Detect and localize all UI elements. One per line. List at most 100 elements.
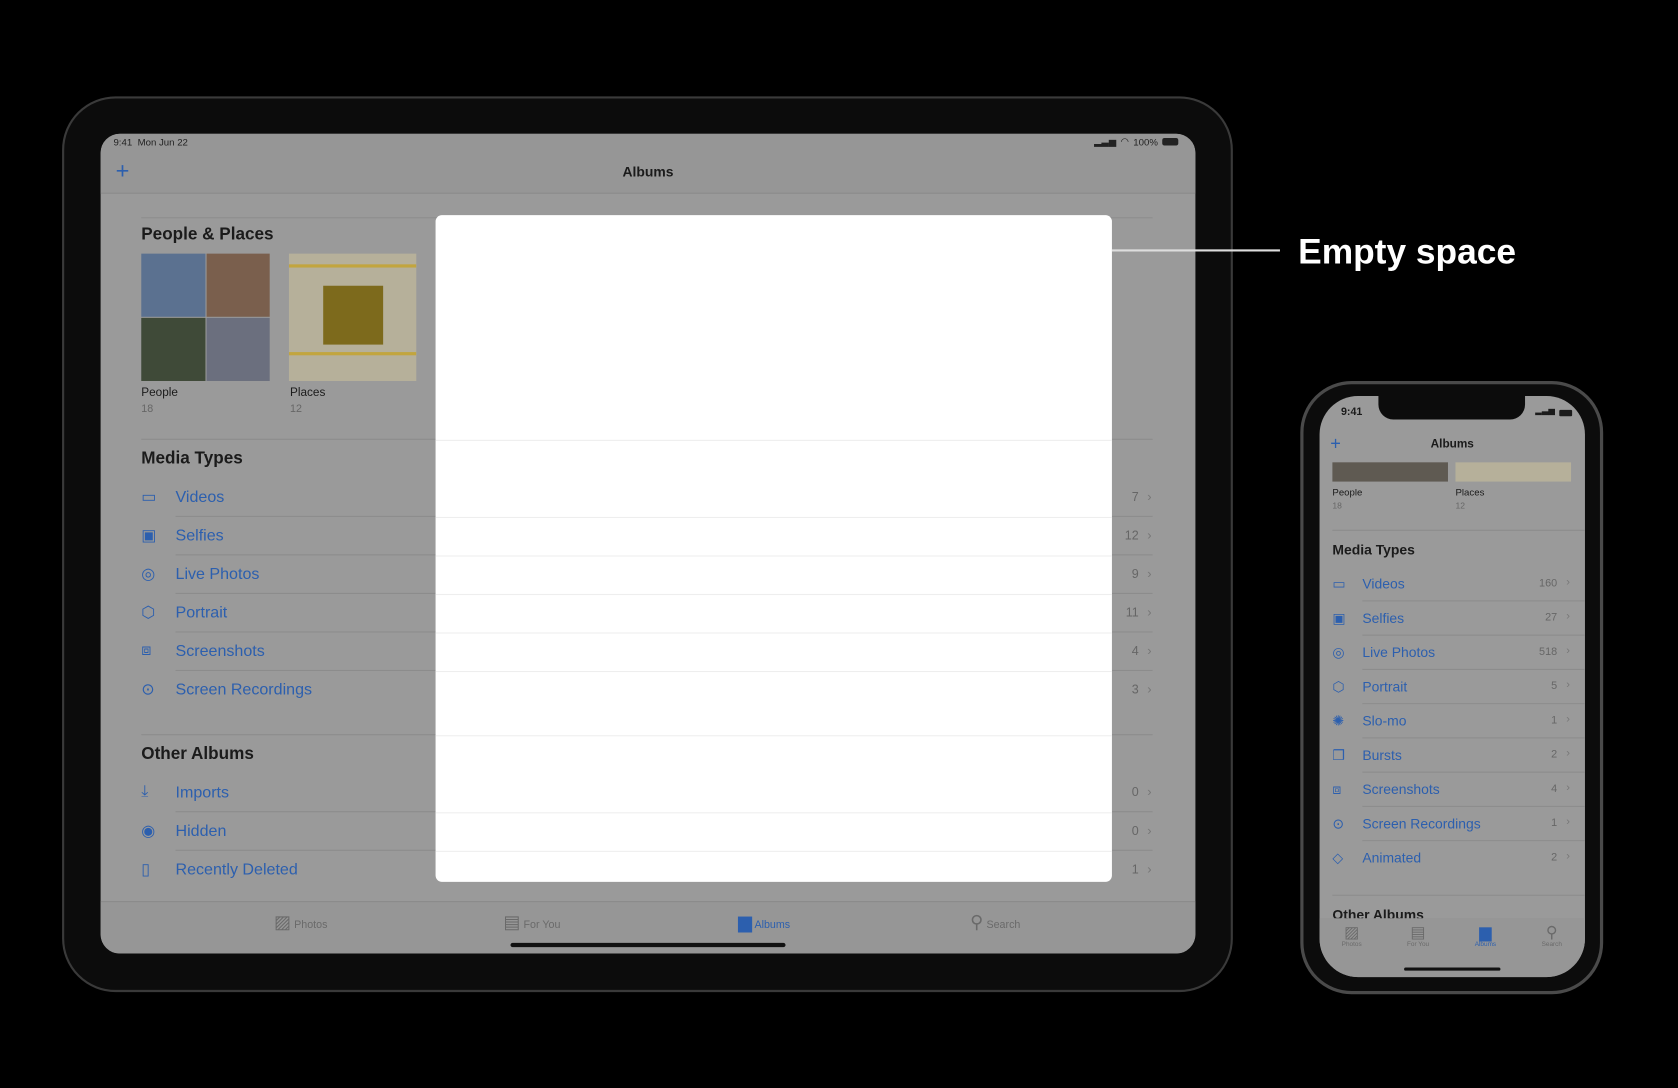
tab-photos[interactable]: ▨ Photos (1325, 923, 1379, 949)
tab-label: For You (520, 919, 561, 932)
battery-percent: 100% (1133, 136, 1158, 148)
people-count: 18 (141, 403, 154, 416)
list-item-count: 2 (1551, 748, 1558, 761)
search-icon: ⚲ (970, 911, 984, 933)
chevron-right-icon: › (1566, 850, 1570, 863)
list-item-label: Recently Deleted (175, 860, 298, 879)
faint-row-line (435, 439, 1112, 441)
people-label: People (141, 386, 178, 400)
list-item-count: 3 (1131, 682, 1139, 697)
wifi-icon: ◠ (1120, 135, 1130, 147)
faint-row-line (435, 593, 1112, 596)
list-item-label: Selfies (175, 526, 224, 545)
list-item-count: 0 (1131, 784, 1139, 799)
chevron-right-icon: › (1147, 642, 1152, 658)
video-icon: ▭ (141, 488, 157, 507)
list-item-label: Screen Recordings (175, 680, 313, 699)
list-item-screen-recordings[interactable]: ⊙ Screen Recordings 1 › (1320, 807, 1585, 842)
slomo-icon: ✺ (1332, 712, 1345, 729)
list-item-count: 1 (1131, 862, 1139, 876)
eye-slash-icon: ◉ (141, 822, 156, 841)
list-item-count: 12 (1124, 528, 1139, 543)
places-album-thumbnail[interactable] (288, 253, 417, 381)
faint-row-line (435, 671, 1112, 673)
screenshot-icon: ⧈ (1332, 780, 1342, 797)
page-title: Albums (1430, 437, 1474, 451)
import-icon: ⤓ (141, 782, 149, 801)
list-item-label: Bursts (1362, 747, 1402, 764)
trash-icon: ▯ (141, 860, 151, 879)
divider (1332, 894, 1585, 896)
list-item-label: Animated (1362, 849, 1422, 866)
list-item-label: Live Photos (175, 565, 260, 584)
tab-for-you[interactable]: ▤ For You (468, 912, 596, 933)
people-label: People (1332, 486, 1363, 498)
faint-row-line (435, 850, 1112, 852)
home-indicator (1404, 967, 1501, 971)
for-you-icon: ▤ (1410, 923, 1426, 942)
section-heading-media-types: Media Types (1332, 541, 1415, 558)
list-item-label: Screenshots (1362, 781, 1440, 798)
photos-icon: ▨ (273, 911, 292, 933)
chevron-right-icon: › (1147, 565, 1152, 581)
faint-row-line (435, 632, 1112, 634)
battery-icon (1559, 409, 1573, 417)
chevron-right-icon: › (1566, 747, 1570, 760)
faint-row-line (435, 555, 1112, 557)
signal-icon: ▂▃▅ (1535, 405, 1556, 416)
faint-row-line (435, 735, 1112, 737)
divider (1332, 529, 1585, 531)
faint-row-line (435, 516, 1112, 518)
status-bar-time: 9:41 Mon Jun 22 (113, 137, 187, 148)
list-item-count: 1 (1551, 817, 1558, 829)
tab-for-you[interactable]: ▤ For You (1391, 923, 1445, 949)
list-item-selfies[interactable]: ▣ Selfies 27 › (1320, 601, 1585, 636)
tab-label: Search (1541, 941, 1562, 949)
video-icon: ▭ (1332, 575, 1346, 592)
list-item-count: 27 (1545, 611, 1558, 624)
places-count: 12 (290, 403, 302, 416)
screenshot-icon: ⧈ (141, 641, 152, 660)
cube-icon: ⬡ (1332, 678, 1345, 695)
list-item-count: 518 (1539, 645, 1558, 658)
people-count: 18 (1332, 500, 1342, 511)
list-item-videos[interactable]: ▭ Videos 160 › (1320, 567, 1585, 602)
annotation-label: Empty space (1298, 231, 1517, 271)
chevron-right-icon: › (1147, 784, 1152, 800)
tab-search[interactable]: ⚲ Search (931, 912, 1059, 933)
list-item-bursts[interactable]: ❒ Bursts 2 › (1320, 738, 1585, 773)
chevron-right-icon: › (1147, 604, 1152, 620)
list-item-live-photos[interactable]: ◎ Live Photos 518 › (1320, 636, 1585, 670)
status-time: 9:41 (1340, 406, 1363, 419)
tab-albums[interactable]: ▆ Albums (700, 912, 828, 933)
signal-icon: ▂▃▅ (1094, 135, 1117, 147)
tab-albums[interactable]: ▆ Albums (1459, 923, 1513, 949)
places-album-thumbnail[interactable] (1455, 462, 1572, 482)
tab-photos[interactable]: ▨ Photos (237, 912, 365, 933)
list-item-portrait[interactable]: ⬡ Portrait 5 › (1320, 670, 1585, 705)
list-item-animated[interactable]: ◇ Animated 2 › (1320, 841, 1585, 875)
for-you-icon: ▤ (503, 911, 521, 933)
chevron-right-icon: › (1566, 679, 1570, 692)
chevron-right-icon: › (1147, 527, 1152, 543)
chevron-right-icon: › (1147, 822, 1152, 838)
places-count: 12 (1455, 500, 1466, 511)
chevron-right-icon: › (1566, 713, 1570, 726)
page-title: Albums (622, 163, 674, 180)
list-item-label: Hidden (175, 821, 227, 841)
section-heading-other-albums: Other Albums (141, 744, 254, 764)
list-item-screenshots[interactable]: ⧈ Screenshots 4 › (1320, 773, 1585, 807)
tab-label: Search (983, 919, 1021, 932)
list-item-count: 4 (1551, 782, 1558, 795)
people-album-thumbnail[interactable] (1332, 462, 1448, 482)
tab-label: Photos (1341, 941, 1362, 949)
list-item-label: Slo-mo (1362, 712, 1407, 730)
live-photo-icon: ◎ (1332, 643, 1345, 660)
chevron-right-icon: › (1566, 576, 1570, 589)
tab-search[interactable]: ⚲ Search (1525, 923, 1579, 949)
status-bar-right: ▂▃▅ ◠ 100% (1094, 135, 1179, 148)
list-item-slo-mo[interactable]: ✺ Slo-mo 1 › (1320, 704, 1585, 739)
list-item-label: Imports (175, 783, 230, 802)
people-album-thumbnail[interactable] (141, 253, 270, 381)
list-item-count: 11 (1125, 605, 1139, 620)
